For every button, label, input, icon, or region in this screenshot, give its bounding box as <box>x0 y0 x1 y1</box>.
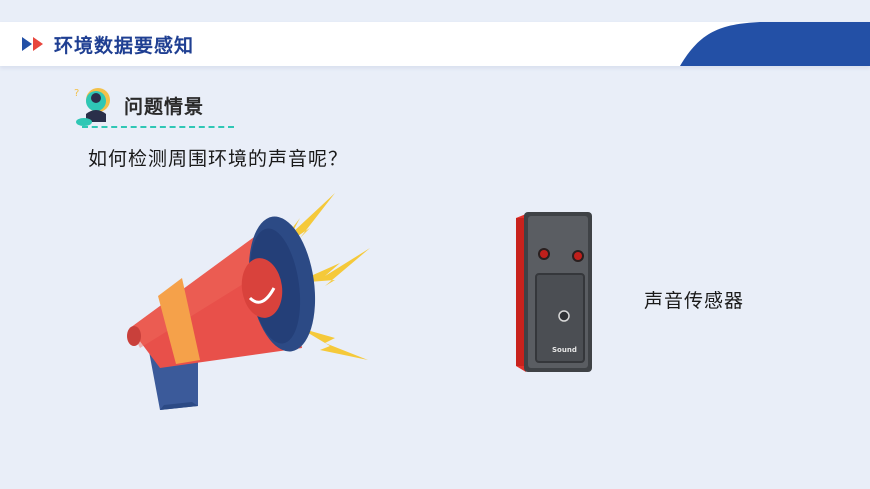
sound-sensor-device: Sound <box>516 212 592 372</box>
question-text: 如何检测周围环境的声音呢？ <box>88 148 349 170</box>
double-arrow-icon <box>22 37 43 51</box>
section-title: 问题情景 <box>124 96 205 118</box>
sensor-label: 声音传感器 <box>644 290 745 312</box>
svg-text:?: ? <box>74 88 79 99</box>
microphone-hole <box>558 310 570 322</box>
megaphone-illustration <box>127 193 370 410</box>
header-bar: 环境数据要感知 <box>0 22 870 66</box>
page-title: 环境数据要感知 <box>54 35 195 57</box>
sensor-device-label: Sound <box>552 346 577 354</box>
section-underline <box>82 126 234 128</box>
thinking-person-icon: ? <box>74 88 110 126</box>
lightning-bolt-bottom <box>300 328 368 360</box>
